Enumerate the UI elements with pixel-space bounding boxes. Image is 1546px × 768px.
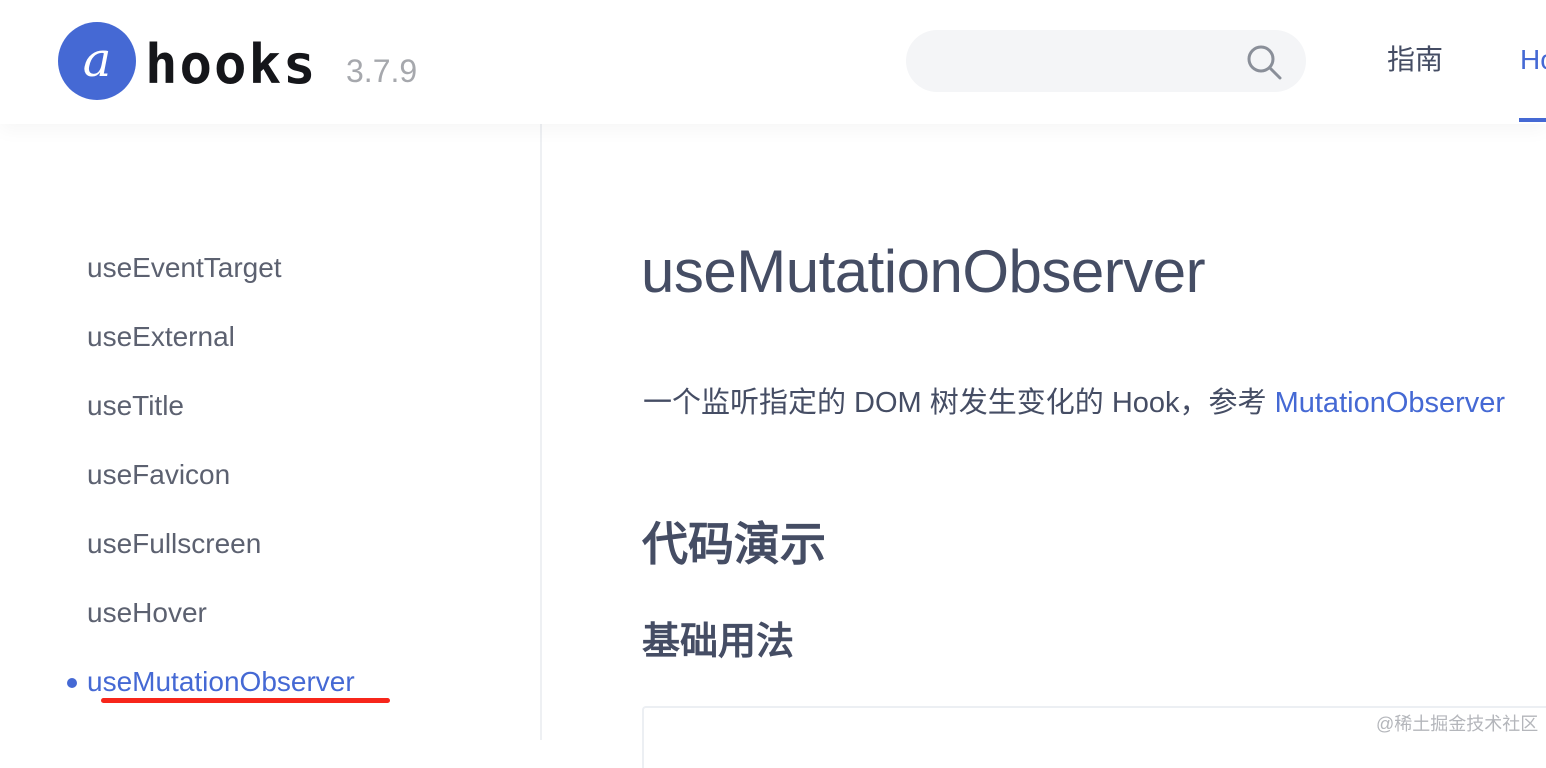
logo-letter: a xyxy=(82,32,112,88)
page-description: 一个监听指定的 DOM 树发生变化的 Hook，参考 MutationObser… xyxy=(643,384,1505,422)
search-input[interactable] xyxy=(928,40,1232,84)
top-header: a hooks 3.7.9 指南 Hooks xyxy=(0,0,1546,124)
sidebar-item-useMutationObserver[interactable]: useMutationObserver xyxy=(87,665,355,699)
search-icon[interactable] xyxy=(1244,42,1284,82)
sidebar-item-useFavicon[interactable]: useFavicon xyxy=(87,458,230,492)
logo-wordmark[interactable]: hooks xyxy=(145,30,318,100)
sidebar-item-useEventTarget[interactable]: useEventTarget xyxy=(87,251,282,285)
nav-active-indicator xyxy=(1519,118,1546,122)
page-title: useMutationObserver xyxy=(641,238,1206,305)
logo-badge[interactable]: a xyxy=(58,22,136,100)
annotation-underline xyxy=(101,698,390,703)
active-dot-icon xyxy=(67,678,77,688)
nav-guide[interactable]: 指南 xyxy=(1387,40,1443,80)
sidebar xyxy=(0,124,542,740)
section-heading-demo: 代码演示 xyxy=(642,518,826,570)
subsection-heading-basic-usage: 基础用法 xyxy=(642,621,795,663)
version-label: 3.7.9 xyxy=(346,53,418,89)
mutationobserver-link[interactable]: MutationObserver xyxy=(1275,387,1506,419)
description-text: 一个监听指定的 DOM 树发生变化的 Hook，参考 xyxy=(643,387,1275,419)
nav-hooks[interactable]: Hooks xyxy=(1520,40,1546,80)
watermark: @稀土掘金技术社区 xyxy=(1376,714,1539,734)
sidebar-item-useTitle[interactable]: useTitle xyxy=(87,389,184,423)
sidebar-item-useHover[interactable]: useHover xyxy=(87,596,207,630)
sidebar-item-useExternal[interactable]: useExternal xyxy=(87,320,235,354)
sidebar-item-useFullscreen[interactable]: useFullscreen xyxy=(87,527,261,561)
